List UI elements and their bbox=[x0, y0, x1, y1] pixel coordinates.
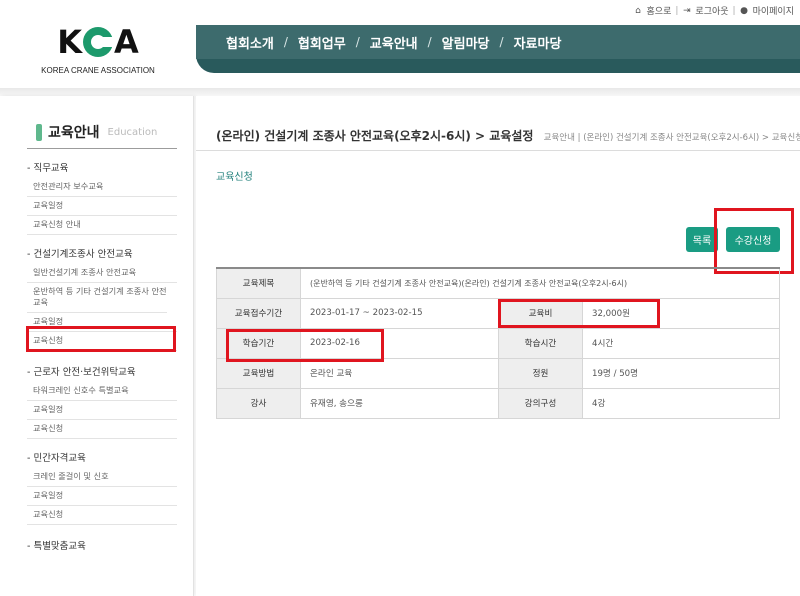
site-logo[interactable]: KA KOREA CRANE ASSOCIATION bbox=[38, 24, 158, 78]
sidebar-item[interactable]: 일반건설기계 조종사 안전교육 bbox=[27, 264, 177, 283]
sidebar-item[interactable]: 교육신청 bbox=[27, 506, 177, 525]
course-title-value: (운반하역 등 기타 건설기계 조종사 안전교육)(온라인) 건설기계 조종사 … bbox=[300, 267, 780, 299]
sidebar-item[interactable]: 크레인 줄걸이 및 신호 bbox=[27, 468, 177, 487]
highlight-box-sidebar-apply bbox=[26, 326, 176, 352]
main-nav-bar: 협회소개 / 협회업무 / 교육안내 / 알림마당 / 자료마당 bbox=[196, 25, 800, 59]
sidebar-item[interactable]: 교육신청 bbox=[27, 420, 177, 439]
study-time-value: 4시간 bbox=[582, 327, 780, 359]
lectures-value: 4강 bbox=[582, 387, 780, 419]
sidebar-title: 교육안내 Education bbox=[36, 122, 157, 142]
sidebar-item[interactable]: 교육일정 bbox=[27, 197, 177, 216]
user-icon: ● bbox=[740, 5, 749, 16]
table-header-cell: 교육방법 bbox=[216, 357, 301, 389]
nav-item-education[interactable]: 교육안내 bbox=[370, 33, 418, 52]
table-header-cell: 교육접수기간 bbox=[216, 297, 301, 329]
title-divider bbox=[196, 150, 800, 151]
sidebar-item[interactable]: 타워크레인 신호수 특별교육 bbox=[27, 382, 177, 401]
sidebar-group-title[interactable]: - 특별맞춤교육 bbox=[27, 538, 86, 552]
highlight-box-study-period bbox=[226, 329, 384, 362]
table-row: 강사 유재영, 송으롱 강의구성 4강 bbox=[216, 387, 780, 419]
logo-mark: KA bbox=[57, 23, 139, 61]
sidebar-group-custom: - 특별맞춤교육 bbox=[27, 538, 86, 556]
nav-item-business[interactable]: 협회업무 bbox=[298, 33, 346, 52]
nav-item-about[interactable]: 협회소개 bbox=[226, 33, 274, 52]
page: ⌂ 홈으로 | ⇥ 로그아웃 | ● 마이페이지 KA KOREA CRANE … bbox=[0, 0, 800, 596]
sidebar-group-title[interactable]: - 민간자격교육 bbox=[27, 450, 177, 464]
logout-icon: ⇥ bbox=[683, 5, 691, 16]
main-nav: 협회소개 / 협회업무 / 교육안내 / 알림마당 / 자료마당 bbox=[196, 25, 800, 73]
sidebar-divider bbox=[27, 148, 177, 149]
table-header-cell: 정원 bbox=[498, 357, 583, 389]
reg-period-value: 2023-01-17 ~ 2023-02-15 bbox=[300, 297, 499, 329]
utility-bar: ⌂ 홈으로 | ⇥ 로그아웃 | ● 마이페이지 bbox=[634, 4, 794, 18]
sidebar-group-title[interactable]: - 직무교육 bbox=[27, 160, 177, 174]
sidebar-group-private: - 민간자격교육 크레인 줄걸이 및 신호 교육일정 교육신청 bbox=[27, 450, 177, 525]
highlight-box-fee bbox=[498, 299, 660, 328]
nav-item-notice[interactable]: 알림마당 bbox=[442, 33, 490, 52]
main-content: (온라인) 건설기계 조종사 안전교육(오후2시-6시) > 교육설정 교육안내… bbox=[196, 96, 800, 596]
sidebar-group-worker: - 근로자 안전·보건위탁교육 타워크레인 신호수 특별교육 교육일정 교육신청 bbox=[27, 364, 177, 439]
table-header-cell: 강사 bbox=[216, 387, 301, 419]
sidebar-item[interactable]: 운반하역 등 기타 건설기계 조종사 안전교육 bbox=[27, 283, 167, 313]
util-divider: | bbox=[732, 5, 736, 16]
util-divider: | bbox=[675, 5, 679, 16]
sidebar-group-title[interactable]: - 건설기계조종사 안전교육 bbox=[27, 246, 177, 260]
section-subtitle: 교육신청 bbox=[216, 172, 253, 183]
table-header-cell: 학습시간 bbox=[498, 327, 583, 359]
sidebar-item[interactable]: 교육일정 bbox=[27, 401, 177, 420]
mypage-link[interactable]: 마이페이지 bbox=[753, 4, 794, 17]
sidebar-title-bar bbox=[36, 123, 42, 141]
method-value: 온라인 교육 bbox=[300, 357, 499, 389]
home-link[interactable]: 홈으로 bbox=[647, 4, 672, 17]
table-row: 교육방법 온라인 교육 정원 19명 / 50명 bbox=[216, 357, 780, 389]
highlight-box-apply-button bbox=[714, 208, 794, 274]
sidebar-group-job: - 직무교육 안전관리자 보수교육 교육일정 교육신청 안내 bbox=[27, 160, 177, 235]
home-icon: ⌂ bbox=[635, 5, 641, 16]
sidebar-item[interactable]: 안전관리자 보수교육 bbox=[27, 178, 177, 197]
logo-c-shape bbox=[83, 27, 116, 57]
table-row: 교육제목 (운반하역 등 기타 건설기계 조종사 안전교육)(온라인) 건설기계… bbox=[216, 267, 780, 299]
logo-subtitle: KOREA CRANE ASSOCIATION bbox=[41, 66, 155, 75]
sidebar-item[interactable]: 교육일정 bbox=[27, 487, 177, 506]
sidebar-item[interactable]: 교육신청 안내 bbox=[27, 216, 177, 235]
table-header-cell: 강의구성 bbox=[498, 387, 583, 419]
logout-link[interactable]: 로그아웃 bbox=[695, 4, 728, 17]
sidebar-group-title[interactable]: - 근로자 안전·보건위탁교육 bbox=[27, 364, 177, 378]
nav-item-resources[interactable]: 자료마당 bbox=[514, 33, 562, 52]
capacity-value: 19명 / 50명 bbox=[582, 357, 780, 389]
page-title: (온라인) 건설기계 조종사 안전교육(오후2시-6시) > 교육설정 교육안내… bbox=[216, 127, 800, 144]
instructor-value: 유재영, 송으롱 bbox=[300, 387, 499, 419]
table-header-cell: 교육제목 bbox=[216, 267, 301, 299]
breadcrumb: 교육안내 | (온라인) 건설기계 조종사 안전교육(오후2시-6시) > 교육… bbox=[543, 133, 800, 143]
